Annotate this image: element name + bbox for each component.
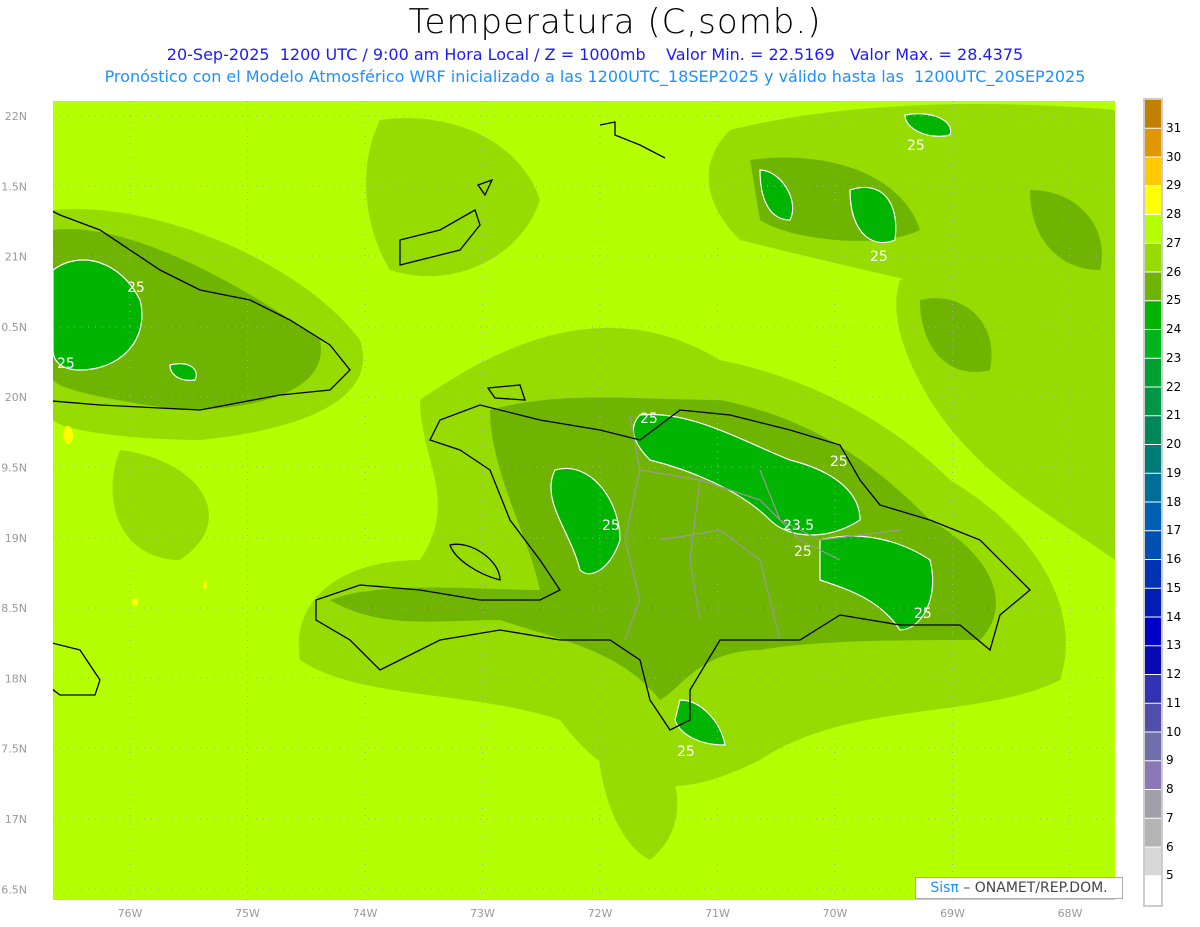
- colorbar-label: 28: [1166, 207, 1182, 221]
- colorbar-swatch: [1145, 128, 1161, 157]
- lat-label: 7.5N: [1, 743, 27, 756]
- colorbar-label: 6: [1166, 839, 1174, 854]
- colorbar-swatch: [1145, 703, 1161, 732]
- colorbar-label: 13: [1166, 638, 1182, 653]
- lat-label: 19N: [5, 532, 27, 545]
- credit-box: Sisπ – ONAMET/REP.DOM.: [915, 877, 1123, 899]
- colorbar-swatch: [1145, 761, 1161, 789]
- colorbar-label: 17: [1166, 523, 1182, 538]
- colorbar-label: 8: [1166, 782, 1174, 796]
- sispi-logo: Sisπ: [930, 880, 959, 896]
- contour-label: 25: [830, 454, 848, 470]
- map-field: 25 25 25 25 25 25 25 25 23.5 25 25: [53, 101, 1115, 900]
- contour-label: 25: [640, 411, 658, 427]
- colorbar-swatch: [1145, 358, 1161, 387]
- contour-label: 23.5: [783, 518, 814, 534]
- colorbar-swatch: [1145, 502, 1161, 531]
- lat-label: 17N: [5, 813, 27, 826]
- contour-label: 25: [870, 249, 888, 265]
- lon-label: 75W: [235, 907, 260, 920]
- lat-label: 22N: [5, 110, 27, 123]
- contour-label: 25: [794, 544, 812, 560]
- colorbar-swatch: [1145, 876, 1161, 904]
- colorbar-label: 5: [1166, 868, 1174, 883]
- contour-label: 25: [914, 606, 932, 622]
- colorbar-swatch: [1145, 100, 1161, 128]
- longitude-labels: 76W 75W 74W 73W 72W 71W 70W 69W 68W: [118, 907, 1083, 920]
- colorbar-swatch: [1145, 301, 1161, 329]
- latitude-labels: 22N 1.5N 21N 0.5N 20N 9.5N 19N 8.5N 18N 7.5N 17N 6.…: [1, 110, 27, 896]
- colorbar-label: 24: [1166, 322, 1182, 336]
- lon-label: 68W: [1058, 907, 1083, 920]
- lat-label: 18N: [5, 672, 27, 685]
- colorbar-swatch: [1145, 186, 1161, 214]
- temperature-map: 25 25 25 25 25 25 25 25 23.5 25 25 76W 75…: [1, 98, 1163, 920]
- colorbar-swatch: [1145, 646, 1161, 674]
- colorbar-label: 10: [1166, 724, 1182, 739]
- colorbar-label: 30: [1166, 149, 1182, 164]
- colorbar-swatch: [1145, 272, 1161, 301]
- colorbar-label: 23: [1166, 350, 1182, 365]
- lon-label: 74W: [353, 907, 378, 920]
- colorbar-swatch: [1145, 416, 1161, 444]
- colorbar-label: 21: [1166, 408, 1182, 423]
- colorbar-label: 22: [1166, 379, 1182, 394]
- subtitle-model: Pronóstico con el Modelo Atmosférico WRF…: [104, 67, 1086, 86]
- colorbar-label: 15: [1166, 580, 1182, 595]
- colorbar-swatch: [1145, 790, 1161, 818]
- lat-label: 20N: [5, 391, 27, 404]
- colorbar-label: 16: [1166, 552, 1182, 566]
- colorbar-swatch: [1145, 732, 1161, 761]
- colorbar-swatch: [1145, 473, 1161, 502]
- colorbar-swatch: [1145, 157, 1161, 186]
- colorbar-label: 20: [1166, 437, 1182, 451]
- colorbar-swatch: [1145, 243, 1161, 272]
- contour-label: 25: [602, 518, 620, 534]
- colorbar-label: 18: [1166, 494, 1182, 509]
- lon-label: 70W: [823, 907, 848, 920]
- colorbar-label: 7: [1166, 810, 1174, 825]
- contour-label: 25: [127, 280, 145, 296]
- colorbar-swatch: [1145, 215, 1161, 243]
- colorbar-label: 26: [1166, 264, 1182, 279]
- colorbar-swatch: [1145, 387, 1161, 416]
- lat-label: 9.5N: [1, 462, 27, 475]
- colorbar-label: 14: [1166, 609, 1182, 624]
- contour-label: 25: [677, 744, 695, 760]
- colorbar-swatch: [1145, 531, 1161, 559]
- credit-text: – ONAMET/REP.DOM.: [958, 880, 1108, 896]
- lon-label: 71W: [705, 907, 730, 920]
- lon-label: 72W: [588, 907, 613, 920]
- contour-label: 25: [57, 356, 75, 372]
- colorbar: [1143, 98, 1163, 907]
- subtitle-date: 20-Sep-2025 1200 UTC / 9:00 am Hora Loca…: [166, 45, 1024, 64]
- colorbar-swatch: [1145, 675, 1161, 703]
- colorbar-swatch: [1145, 847, 1161, 876]
- lat-label: 1.5N: [1, 180, 27, 193]
- colorbar-label: 11: [1166, 695, 1182, 710]
- colorbar-swatch: [1145, 588, 1161, 617]
- colorbar-label: 19: [1166, 465, 1182, 480]
- chart-title: Temperatura (C,somb.): [408, 2, 822, 42]
- colorbar-swatch: [1145, 560, 1161, 588]
- lon-label: 73W: [470, 907, 495, 920]
- colorbar-label: 31: [1166, 120, 1182, 135]
- colorbar-swatch: [1145, 818, 1161, 847]
- colorbar-swatch: [1145, 330, 1161, 358]
- colorbar-label: 9: [1166, 753, 1174, 768]
- colorbar-swatch: [1145, 445, 1161, 473]
- lat-label: 21N: [5, 251, 27, 264]
- lat-label: 6.5N: [1, 883, 27, 896]
- colorbar-label: 12: [1166, 667, 1182, 681]
- lat-label: 8.5N: [1, 602, 27, 615]
- colorbar-label: 25: [1166, 293, 1182, 308]
- colorbar-label: 29: [1166, 178, 1182, 193]
- lat-label: 0.5N: [1, 321, 27, 334]
- contour-label: 25: [907, 138, 925, 154]
- colorbar-swatch: [1145, 617, 1161, 646]
- lon-label: 76W: [118, 907, 143, 920]
- colorbar-label: 27: [1166, 235, 1182, 250]
- lon-label: 69W: [940, 907, 965, 920]
